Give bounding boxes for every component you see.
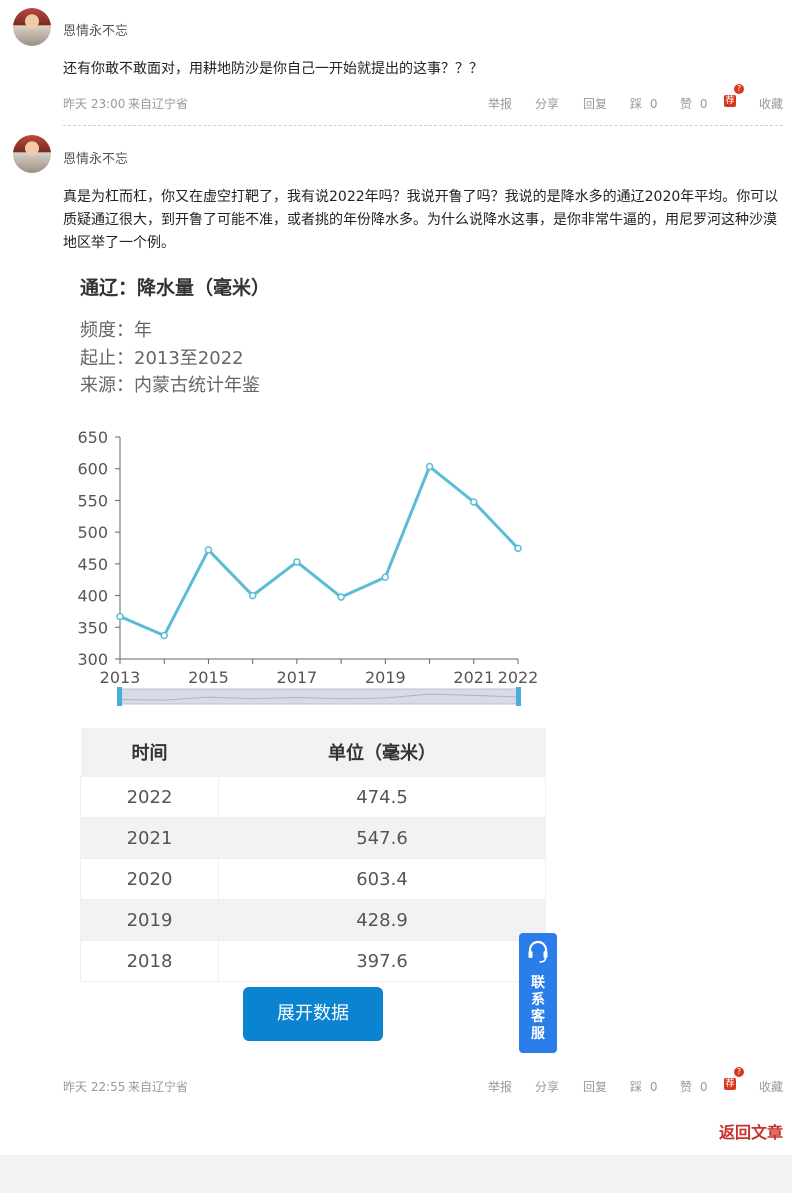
recommend-icon[interactable]: 荐: [724, 95, 736, 107]
recommend-badge: ?: [734, 1067, 744, 1077]
chart-range: 起止：2013至2022: [80, 348, 244, 369]
table-header-time: 时间: [80, 728, 219, 777]
table-row: 2018 397.6: [80, 940, 546, 982]
like-button[interactable]: 赞 0: [680, 1078, 707, 1095]
table-cell-year: 2021: [80, 817, 219, 859]
range-slider-handle-right: [516, 687, 521, 706]
comment-location: 来自辽宁省: [128, 97, 189, 111]
share-button[interactable]: 分享: [535, 1078, 559, 1095]
comment-text: 还有你敢不敢面对，用耕地防沙是你自己一开始就提出的这事？？？: [63, 61, 483, 77]
username[interactable]: 恩情永不忘: [63, 20, 128, 39]
comment-location: 来自辽宁省: [128, 1080, 189, 1094]
y-tick-label: 650: [77, 428, 108, 447]
series-line: [119, 464, 520, 638]
avatar[interactable]: [13, 8, 51, 46]
table-cell-year: 2019: [80, 899, 219, 941]
share-button[interactable]: 分享: [535, 95, 559, 112]
data-point: [337, 593, 345, 601]
y-tick-label: 500: [77, 523, 108, 542]
x-tick-label: 2021: [453, 668, 494, 687]
chart-frequency: 频度：年: [80, 320, 152, 341]
reply-button[interactable]: 回复: [583, 95, 607, 112]
comment-divider: [63, 125, 783, 126]
y-tick-label: 600: [77, 460, 108, 479]
expand-data-button[interactable]: 展开数据: [243, 987, 383, 1041]
back-to-article-link[interactable]: 返回文章: [719, 1119, 783, 1143]
like-button[interactable]: 赞 0: [680, 95, 707, 112]
comment-time: 昨天 23:00: [63, 97, 126, 111]
customer-service-label: 联系客服: [531, 975, 545, 1042]
table-header-unit: 单位（毫米）: [218, 728, 546, 777]
dislike-button[interactable]: 踩 0: [630, 95, 657, 112]
report-button[interactable]: 举报: [488, 95, 512, 112]
x-tick-label: 2013: [100, 668, 141, 687]
dislike-label: 踩: [630, 1080, 643, 1094]
data-point: [293, 558, 301, 566]
y-tick-label: 550: [77, 491, 108, 510]
data-point: [160, 631, 168, 640]
precipitation-line-chart: 300 350 400 450 500 550 600 650 2013 2015 2017 2019…: [77, 428, 539, 706]
table-cell-year: 2018: [80, 940, 219, 982]
y-tick-label: 400: [77, 587, 108, 606]
data-point: [514, 544, 522, 553]
dislike-label: 踩: [630, 97, 643, 111]
table-cell-year: 2020: [80, 858, 219, 900]
table-cell-value: 397.6: [218, 940, 546, 982]
table-cell-value: 603.4: [218, 858, 546, 900]
report-button[interactable]: 举报: [488, 1078, 512, 1095]
data-point: [116, 612, 124, 621]
reply-button[interactable]: 回复: [583, 1078, 607, 1095]
chart-source: 来源：内蒙古统计年鉴: [80, 375, 260, 396]
table-row: 2019 428.9: [80, 899, 546, 941]
x-tick-label: 2015: [188, 668, 229, 687]
data-table: 时间 单位（毫米） 2022 474.5 2021 547.6 2020 603…: [80, 728, 546, 982]
x-tick-label: 2019: [365, 668, 406, 687]
y-tick-label: 450: [77, 555, 108, 574]
like-count: 0: [699, 97, 708, 111]
table-row: 2022 474.5: [80, 776, 546, 818]
recommend-icon[interactable]: 荐: [724, 1078, 736, 1090]
x-tick-label: 2017: [277, 668, 318, 687]
chart-title: 通辽：降水量（毫米）: [80, 277, 271, 299]
y-tick-label: 300: [77, 650, 108, 669]
username[interactable]: 恩情永不忘: [63, 148, 128, 167]
x-tick-label: 2022: [498, 668, 539, 687]
recommend-badge: ?: [734, 84, 744, 94]
dislike-count: 0: [649, 1080, 658, 1094]
comment-text: 真是为杠而杠，你又在虚空打靶了，我有说2022年吗？我说开鲁了吗？我说的是降水多…: [63, 189, 779, 251]
range-slider-track: [119, 688, 519, 705]
data-point: [248, 591, 257, 600]
like-label: 赞: [680, 1080, 693, 1094]
like-count: 0: [699, 1080, 708, 1094]
data-point: [470, 498, 478, 506]
avatar[interactable]: [13, 135, 51, 173]
table-row: 2021 547.6: [80, 817, 546, 859]
dislike-count: 0: [649, 97, 658, 111]
table-cell-year: 2022: [80, 776, 219, 818]
favorite-button[interactable]: 收藏: [759, 95, 783, 112]
headset-icon: [528, 940, 548, 963]
dislike-button[interactable]: 踩 0: [630, 1078, 657, 1095]
data-point: [381, 573, 390, 581]
range-slider-handle-left: [117, 687, 122, 706]
data-point: [425, 462, 434, 471]
like-label: 赞: [680, 97, 693, 111]
table-cell-value: 474.5: [218, 776, 546, 818]
favorite-button[interactable]: 收藏: [759, 1078, 783, 1095]
customer-service-widget[interactable]: 联系客服: [519, 933, 557, 1053]
table-row: 2020 603.4: [80, 858, 546, 900]
y-tick-label: 350: [77, 618, 108, 637]
footer-bar: [0, 1155, 792, 1193]
comment-time: 昨天 22:55: [63, 1080, 126, 1094]
data-point: [204, 546, 213, 554]
table-cell-value: 547.6: [218, 817, 546, 859]
table-cell-value: 428.9: [218, 899, 546, 941]
